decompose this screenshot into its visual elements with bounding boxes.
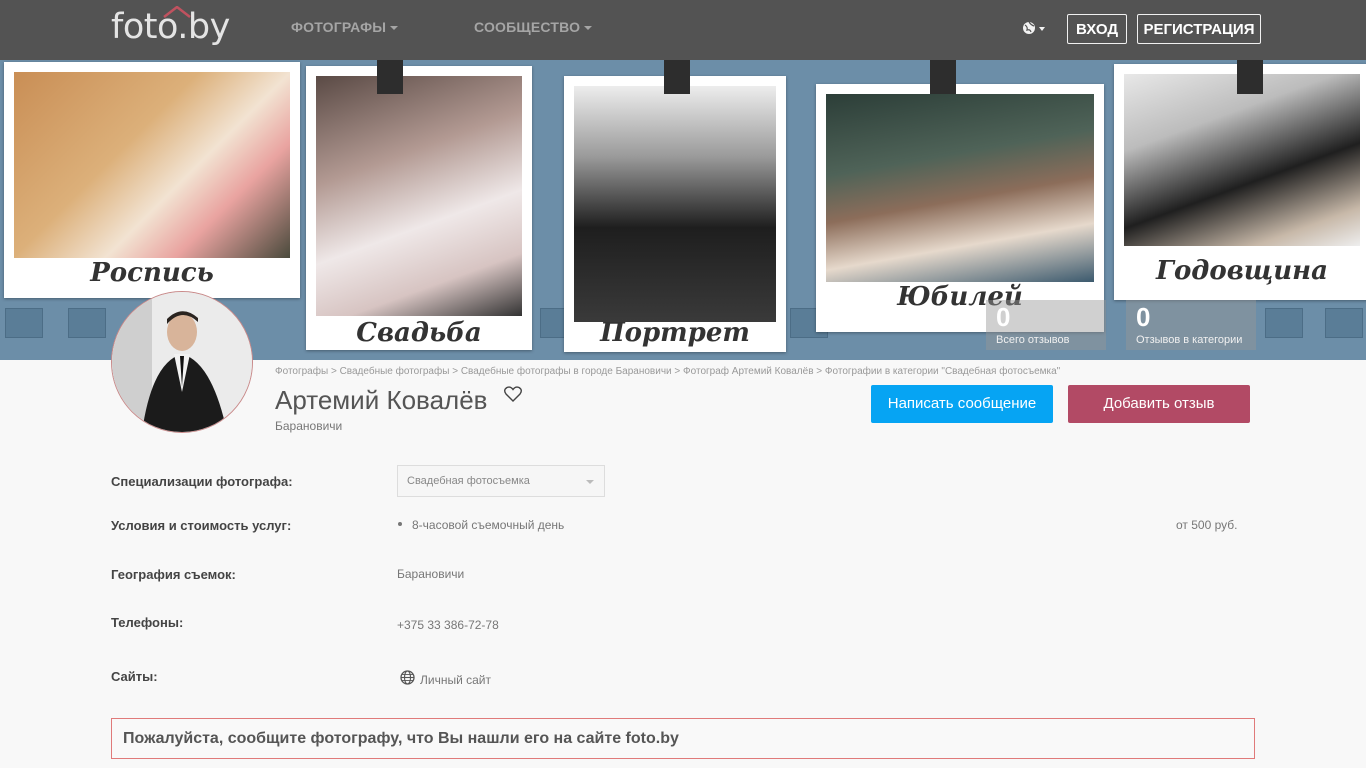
banner-photo-rospis: Роспись xyxy=(4,62,300,298)
photo-clip xyxy=(664,60,690,94)
nav-community[interactable]: СООБЩЕСТВО xyxy=(474,19,593,35)
photographer-avatar xyxy=(111,291,253,433)
banner-caption: Годовщина xyxy=(1156,256,1328,286)
breadcrumb-item[interactable]: Фотографы xyxy=(275,366,328,377)
login-button[interactable]: ВХОД xyxy=(1067,14,1127,44)
bullet-icon xyxy=(398,522,402,526)
photo-image xyxy=(574,86,776,322)
photographer-city: Барановичи xyxy=(275,419,343,433)
nav-photographers[interactable]: ФОТОГРАФЫ xyxy=(291,19,399,35)
photo-image xyxy=(316,76,522,316)
chevron-down-icon xyxy=(586,480,594,484)
language-globe-icon[interactable] xyxy=(1022,20,1048,38)
chevron-down-icon xyxy=(390,26,399,31)
add-review-button[interactable]: Добавить отзыв xyxy=(1068,385,1250,423)
photo-clip xyxy=(377,60,403,94)
banner-photo-godovschina: Годовщина xyxy=(1114,64,1366,300)
send-message-button[interactable]: Написать сообщение xyxy=(871,385,1053,423)
photo-image xyxy=(826,94,1094,282)
top-navbar: foto.by ФОТОГРАФЫ СООБЩЕСТВО ВХОД РЕГИСТ… xyxy=(0,0,1366,60)
banner-caption: Роспись xyxy=(90,258,214,288)
photographer-name: Артемий Ковалёв xyxy=(275,385,488,415)
breadcrumb-item[interactable]: Фотограф Артемий Ковалёв xyxy=(683,366,813,377)
notice-banner: Пожалуйста, сообщите фотографу, что Вы н… xyxy=(111,718,1255,759)
breadcrumb-item: Фотографии в категории "Свадебная фотосъ… xyxy=(824,366,1061,377)
photo-image xyxy=(1124,74,1360,246)
specializations-label: Специализации фотографа: xyxy=(111,474,293,489)
avatar-image xyxy=(112,292,252,432)
film-hole xyxy=(68,308,106,338)
banner-caption: Свадьба xyxy=(356,318,482,348)
heart-icon[interactable] xyxy=(504,386,522,402)
globe-icon xyxy=(400,670,415,685)
stat-category-reviews: 0 Отзывов в категории xyxy=(1126,300,1256,350)
photo-image xyxy=(14,72,290,258)
phones-label: Телефоны: xyxy=(111,615,184,630)
specialization-select[interactable]: Свадебная фотосъемка xyxy=(397,465,605,497)
banner-photo-portret: Портрет xyxy=(564,76,786,352)
personal-site-link[interactable]: Личный сайт xyxy=(420,673,491,687)
services-label: Условия и стоимость услуг: xyxy=(111,518,292,533)
phone-value[interactable]: +375 33 386-72-78 xyxy=(397,618,499,632)
breadcrumb: Фотографы > Свадебные фотографы > Свадеб… xyxy=(275,366,1061,377)
photo-clip xyxy=(930,60,956,94)
banner-photo-yubiley: Юбилей xyxy=(816,84,1104,332)
breadcrumb-item[interactable]: Свадебные фотографы xyxy=(340,366,450,377)
breadcrumb-item[interactable]: Свадебные фотографы в городе Барановичи xyxy=(461,366,672,377)
service-name: 8-часовой съемочный день xyxy=(412,518,565,532)
logo-roof-icon xyxy=(163,6,191,18)
geography-label: География съемок: xyxy=(111,567,236,582)
photo-clip xyxy=(1237,60,1263,94)
banner-photo-svadba: Свадьба xyxy=(306,66,532,350)
chevron-down-icon xyxy=(584,26,593,31)
service-price: от 500 руб. xyxy=(1176,518,1238,532)
film-hole xyxy=(1265,308,1303,338)
site-logo[interactable]: foto.by xyxy=(111,2,230,52)
geography-value: Барановичи xyxy=(397,567,465,581)
sites-label: Сайты: xyxy=(111,669,158,684)
film-hole xyxy=(5,308,43,338)
register-button[interactable]: РЕГИСТРАЦИЯ xyxy=(1137,14,1261,44)
banner-caption: Портрет xyxy=(600,318,750,348)
film-hole xyxy=(1325,308,1363,338)
stat-total-reviews: 0 Всего отзывов xyxy=(986,300,1106,350)
